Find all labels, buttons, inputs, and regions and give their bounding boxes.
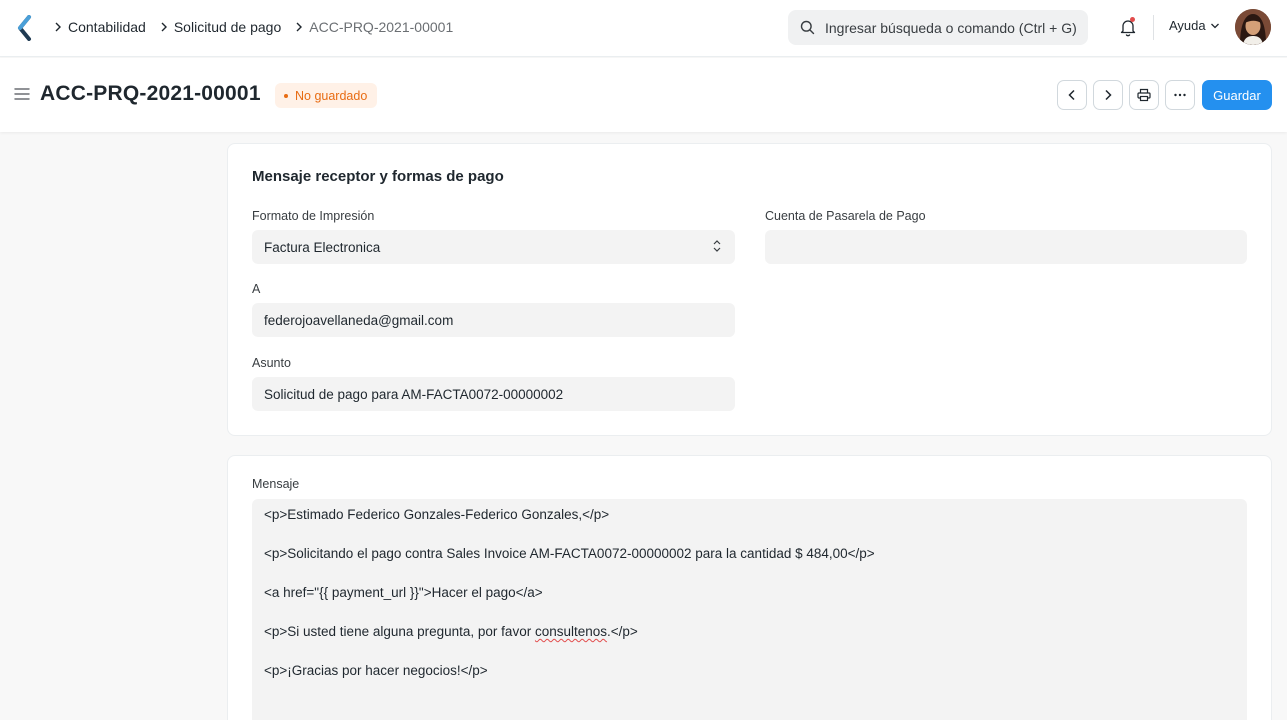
chevron-right-icon [289, 22, 309, 32]
status-badge-label: No guardado [295, 88, 368, 103]
page-title: ACC-PRQ-2021-00001 [40, 82, 261, 105]
search-input[interactable]: Ingresar búsqueda o comando (Ctrl + G) [825, 20, 1077, 36]
help-dropdown[interactable]: Ayuda [1169, 18, 1220, 33]
print-button[interactable] [1129, 80, 1159, 110]
chevron-right-icon [154, 22, 174, 32]
notification-dot [1130, 17, 1135, 22]
message-line: <p>Si usted tiene alguna pregunta, por f… [264, 624, 1235, 663]
select-arrows-icon [713, 240, 721, 252]
message-label: Mensaje [252, 477, 300, 491]
to-label: A [252, 282, 261, 296]
previous-doc-button[interactable] [1057, 80, 1087, 110]
message-textarea[interactable]: <p>Estimado Federico Gonzales-Federico G… [252, 499, 1247, 720]
message-line: <p>¡Gracias por hacer negocios!</p> [264, 663, 488, 678]
subject-label: Asunto [252, 356, 291, 370]
save-button[interactable]: Guardar [1202, 80, 1272, 110]
more-options-button[interactable] [1165, 80, 1195, 110]
bell-icon[interactable] [1117, 16, 1139, 38]
search-bar[interactable]: Ingresar búsqueda o comando (Ctrl + G) [788, 10, 1088, 45]
printer-icon [1137, 88, 1151, 102]
chevron-right-icon [48, 22, 68, 32]
breadcrumb-accounting[interactable]: Contabilidad [68, 19, 146, 35]
page-header: ACC-PRQ-2021-00001 No guardado Guardar [0, 58, 1287, 132]
chevron-right-icon [1105, 89, 1112, 101]
message-line: <p>Solicitando el pago contra Sales Invo… [264, 546, 875, 561]
to-email-field[interactable]: federojoavellaneda@gmail.com [252, 303, 735, 337]
chevron-down-icon [1210, 23, 1219, 28]
message-line: <p>Estimado Federico Gonzales-Federico G… [264, 507, 610, 522]
breadcrumb-payment-request[interactable]: Solicitud de pago [174, 19, 281, 35]
recipient-message-section: Mensaje receptor y formas de pago Format… [227, 143, 1272, 436]
print-format-select[interactable]: Factura Electronica [252, 230, 735, 264]
message-text: .</p> [607, 624, 638, 639]
breadcrumb-current-doc[interactable]: ACC-PRQ-2021-00001 [309, 19, 453, 35]
print-format-value: Factura Electronica [264, 239, 381, 255]
chevron-left-icon [1068, 89, 1075, 101]
spellcheck-word: consultenos [534, 624, 608, 639]
breadcrumb: Contabilidad Solicitud de pago ACC-PRQ-2… [48, 0, 461, 54]
app-logo-icon[interactable] [16, 15, 34, 41]
section-title: Mensaje receptor y formas de pago [252, 168, 504, 185]
subject-field[interactable]: Solicitud de pago para AM-FACTA0072-0000… [252, 377, 735, 411]
message-section: Mensaje <p>Estimado Federico Gonzales-Fe… [227, 455, 1272, 720]
search-icon [800, 20, 815, 35]
message-line: <a href="{{ payment_url }}">Hacer el pag… [264, 585, 543, 600]
divider [1153, 15, 1154, 40]
ellipsis-icon [1174, 93, 1186, 97]
hamburger-icon[interactable] [14, 87, 30, 101]
print-format-label: Formato de Impresión [252, 209, 375, 223]
status-dot [284, 93, 288, 98]
help-label: Ayuda [1169, 18, 1206, 33]
payment-gateway-field[interactable] [765, 230, 1247, 264]
message-text: <p>Si usted tiene alguna pregunta, por f… [264, 624, 535, 639]
next-doc-button[interactable] [1093, 80, 1123, 110]
status-badge: No guardado [275, 83, 378, 108]
payment-gateway-label: Cuenta de Pasarela de Pago [765, 209, 926, 223]
avatar[interactable] [1235, 9, 1271, 45]
top-navbar: Contabilidad Solicitud de pago ACC-PRQ-2… [0, 0, 1287, 57]
